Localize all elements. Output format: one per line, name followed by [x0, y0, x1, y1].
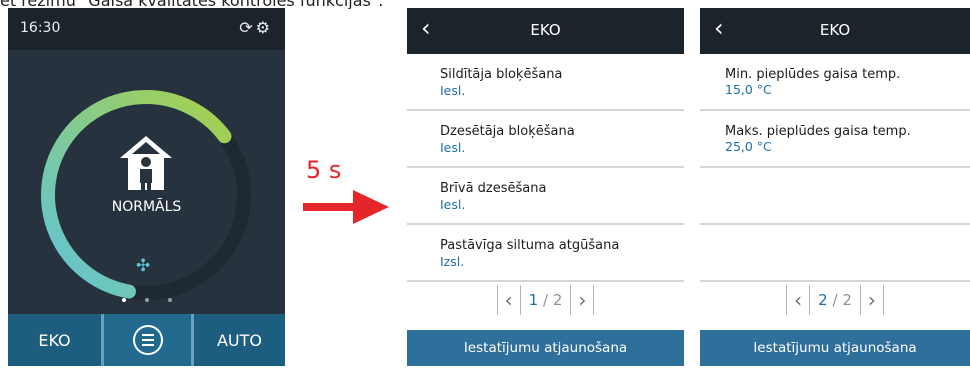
item-label: Min. pieplūdes gaisa temp. [725, 67, 901, 82]
reset-settings-button[interactable]: Iestatījumu atjaunošana [407, 330, 684, 366]
item-value: Izsl. [440, 254, 465, 269]
home-screen: 16:30 ⟳⚙ NORMĀLS ✣ EKO AUTO [8, 8, 285, 366]
empty-list-item [700, 225, 970, 282]
next-page-icon[interactable]: › [861, 288, 883, 312]
eko-settings-page-1: ‹ EKO Sildītāja bloķēšana Iesl. Dzesētāj… [407, 8, 684, 366]
header: ‹ EKO [700, 8, 970, 54]
next-page-icon[interactable]: › [571, 288, 593, 312]
eko-button[interactable]: EKO [8, 314, 101, 366]
list-item[interactable]: Min. pieplūdes gaisa temp. 15,0 °C [700, 54, 970, 111]
item-value: Iesl. [440, 140, 466, 155]
clock: 16:30 [20, 20, 61, 36]
page-separator: / [542, 291, 549, 309]
list-item[interactable]: Sildītāja bloķēšana Iesl. [407, 54, 684, 111]
page-title: EKO [819, 21, 851, 39]
mode-label: NORMĀLS [111, 199, 182, 215]
list-item[interactable]: Dzesētāja bloķēšana Iesl. [407, 111, 684, 168]
prev-page-icon[interactable]: ‹ [787, 288, 809, 312]
item-label: Maks. pieplūdes gaisa temp. [725, 124, 911, 139]
arrow-right-icon [303, 190, 389, 224]
page-dot-2 [145, 298, 149, 302]
auto-button[interactable]: AUTO [194, 314, 285, 366]
empty-list-item [700, 168, 970, 225]
prev-page-icon[interactable]: ‹ [498, 288, 520, 312]
eko-settings-page-2: ‹ EKO Min. pieplūdes gaisa temp. 15,0 °C… [700, 8, 970, 366]
current-page: 2 [818, 291, 828, 309]
fan-icon: ✣ [136, 256, 151, 276]
menu-icon [132, 325, 163, 355]
list-item[interactable]: Pastāvīga siltuma atgūšana Izsl. [407, 225, 684, 282]
status-bar: 16:30 ⟳⚙ [8, 8, 285, 50]
item-label: Dzesētāja bloķēšana [440, 124, 575, 139]
header: ‹ EKO [407, 8, 684, 54]
page-title: EKO [530, 21, 561, 39]
reset-settings-button[interactable]: Iestatījumu atjaunošana [700, 330, 970, 366]
delay-label: 5 s [306, 156, 342, 184]
item-label: Pastāvīga siltuma atgūšana [440, 238, 620, 253]
settings-list: Sildītāja bloķēšana Iesl. Dzesētāja bloķ… [407, 54, 684, 282]
mode-display: NORMĀLS ✣ [8, 50, 285, 314]
pager: ‹ 2 / 2 › [700, 280, 970, 320]
item-value: 15,0 °C [725, 82, 772, 97]
total-pages: 2 [552, 291, 563, 309]
pager: ‹ 1 / 2 › [407, 280, 684, 320]
page-dots [122, 298, 172, 302]
list-item[interactable]: Brīvā dzesēšana Iesl. [407, 168, 684, 225]
item-value: Iesl. [440, 83, 466, 98]
item-value: 25,0 °C [725, 139, 772, 154]
bottom-nav: EKO AUTO [8, 314, 285, 366]
item-label: Brīvā dzesēšana [440, 181, 547, 196]
page-dot-3 [168, 298, 172, 302]
item-value: Iesl. [440, 197, 466, 212]
page-dot-1 [122, 298, 126, 302]
home-mode-icon [120, 136, 172, 190]
settings-list: Min. pieplūdes gaisa temp. 15,0 °C Maks.… [700, 54, 970, 282]
item-label: Sildītāja bloķēšana [440, 67, 563, 82]
page-separator: / [832, 291, 838, 309]
sync-fan-icon[interactable]: ⟳⚙ [239, 18, 273, 37]
menu-button[interactable] [104, 314, 191, 366]
total-pages: 2 [842, 291, 852, 309]
current-page: 1 [528, 291, 539, 309]
list-item[interactable]: Maks. pieplūdes gaisa temp. 25,0 °C [700, 111, 970, 168]
